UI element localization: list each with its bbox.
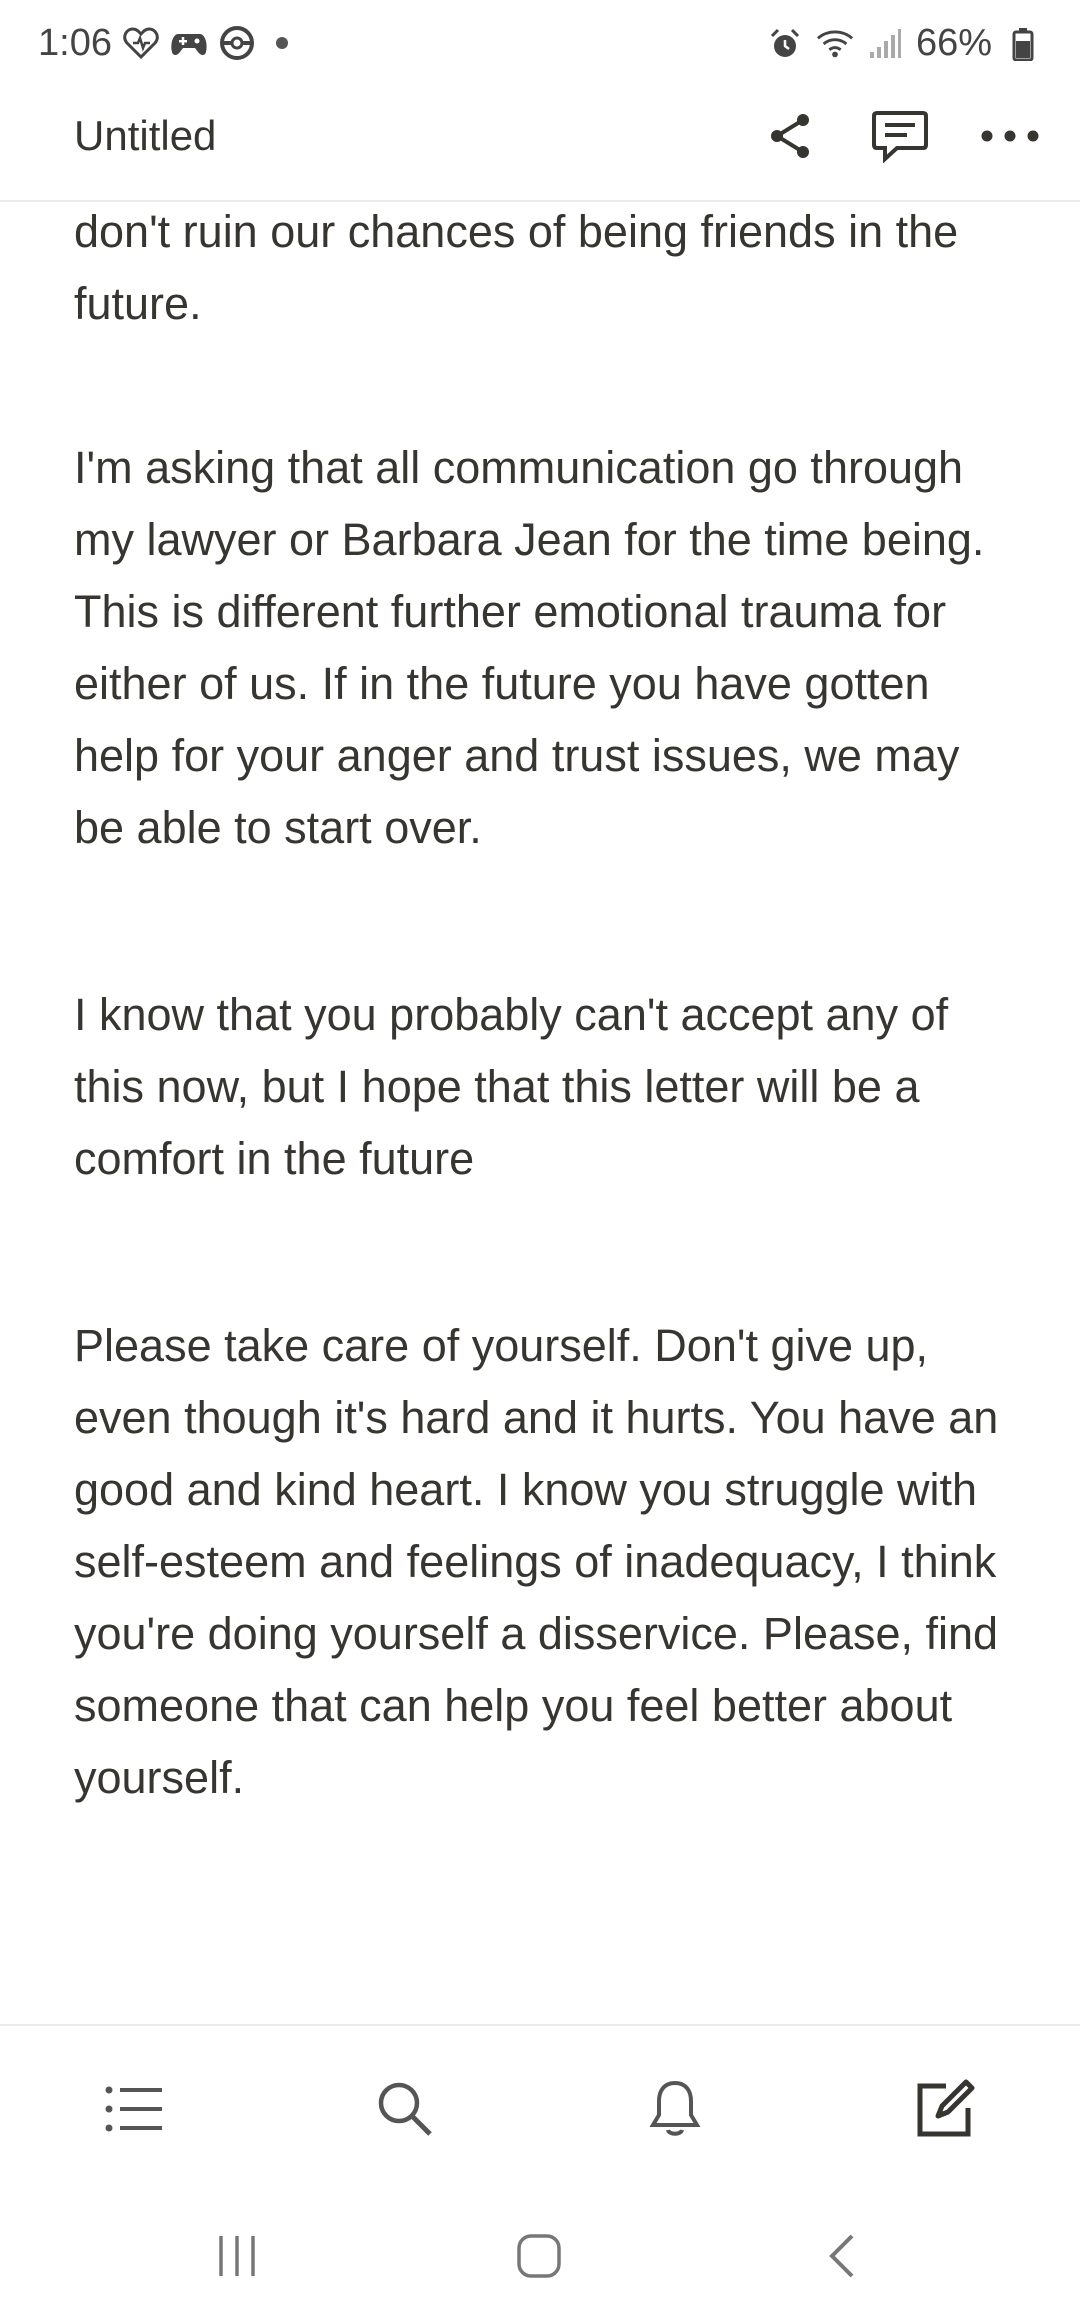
status-bar: 1:06 66%: [0, 0, 1080, 90]
game-controller-icon: [170, 24, 208, 62]
bottom-toolbar: [0, 2024, 1080, 2196]
alarm-icon: [766, 25, 804, 63]
status-left-icons: [122, 24, 288, 62]
system-nav-bar: [0, 2196, 1080, 2316]
paragraph[interactable]: don't ruin our chances of being friends …: [74, 196, 1014, 340]
back-icon[interactable]: [806, 2226, 876, 2286]
page-title[interactable]: Untitled: [74, 112, 216, 160]
paragraph[interactable]: I'm asking that all communication go thr…: [74, 432, 1014, 864]
health-icon: [122, 24, 160, 62]
wifi-icon: [816, 25, 854, 63]
app-header: Untitled: [0, 90, 1080, 202]
pokeball-icon: [218, 24, 256, 62]
share-icon[interactable]: [760, 106, 820, 166]
header-actions: [760, 106, 1040, 166]
paragraph[interactable]: Please take care of yourself. Don't give…: [74, 1310, 1014, 1814]
battery-percentage: 66%: [915, 22, 992, 64]
signal-icon: [866, 25, 904, 63]
list-icon[interactable]: [100, 2074, 170, 2144]
compose-icon[interactable]: [910, 2074, 980, 2144]
status-right-icons: 66%: [766, 22, 1042, 65]
recents-icon[interactable]: [202, 2226, 272, 2286]
comment-icon[interactable]: [870, 106, 930, 166]
notification-dot: [276, 37, 288, 49]
home-icon[interactable]: [504, 2226, 574, 2286]
status-time: 1:06: [38, 22, 112, 64]
document-content[interactable]: don't ruin our chances of being friends …: [74, 196, 1014, 1814]
more-icon[interactable]: [980, 106, 1040, 166]
battery-icon: [1004, 25, 1042, 63]
paragraph[interactable]: I know that you probably can't accept an…: [74, 979, 1014, 1195]
bell-icon[interactable]: [640, 2074, 710, 2144]
search-icon[interactable]: [370, 2074, 440, 2144]
